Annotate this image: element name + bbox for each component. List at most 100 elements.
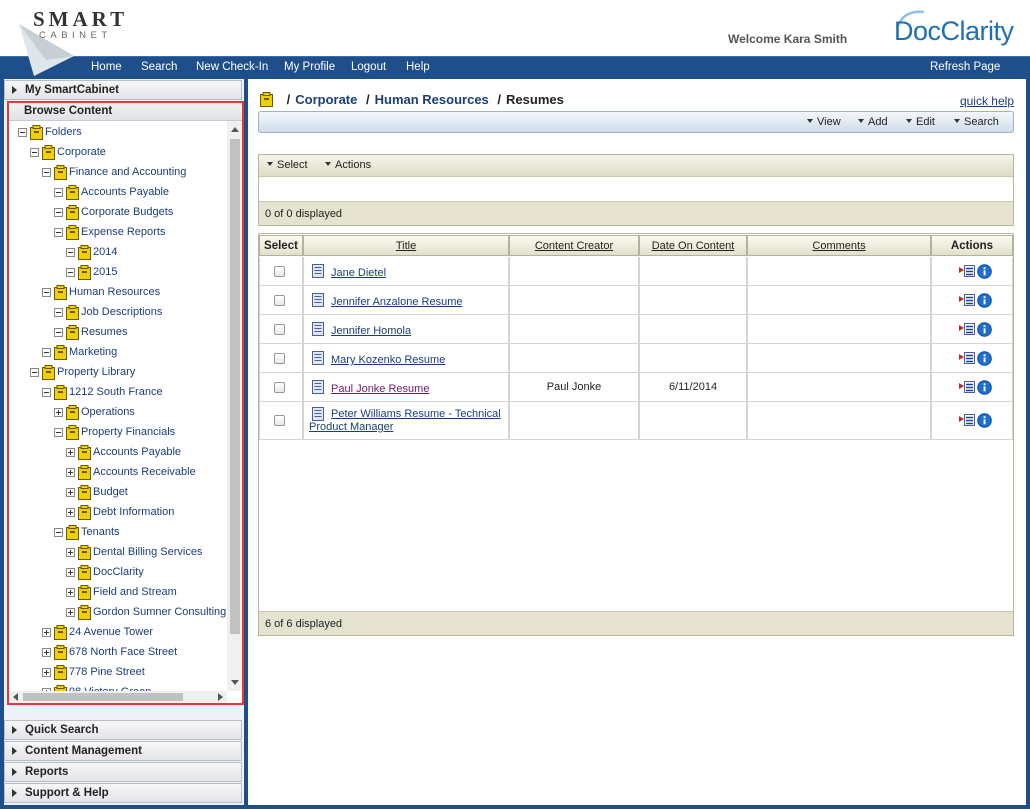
tree-node-label[interactable]: Corporate Budgets [81, 206, 173, 218]
row-actions-menu-icon[interactable] [959, 322, 975, 336]
tree-node-label[interactable]: Tenants [81, 526, 120, 538]
refresh-page-link[interactable]: Refresh Page [930, 61, 1000, 73]
collapse-minus-icon[interactable] [54, 528, 63, 537]
collapse-minus-icon[interactable] [42, 348, 51, 357]
tree-node-label[interactable]: Debt Information [93, 506, 174, 518]
row-actions-menu-icon[interactable] [959, 351, 975, 365]
collapse-minus-icon[interactable] [54, 188, 63, 197]
expand-plus-icon[interactable] [66, 588, 75, 597]
collapse-minus-icon[interactable] [54, 228, 63, 237]
tree-node-label[interactable]: Job Descriptions [81, 306, 162, 318]
tree-node-label[interactable]: Finance and Accounting [69, 166, 186, 178]
row-select-checkbox[interactable] [274, 382, 285, 393]
smartcabinet-logo[interactable]: SMART CABINET [16, 4, 126, 76]
info-icon[interactable] [977, 293, 992, 308]
tree-node-label[interactable]: Expense Reports [81, 226, 165, 238]
tree-node-label[interactable]: 24 Avenue Tower [69, 626, 153, 638]
tree-node-label[interactable]: Resumes [81, 326, 127, 338]
accordion-quick-search[interactable]: Quick Search [4, 720, 242, 740]
tree-node-label[interactable]: Gordon Sumner Consulting [93, 606, 226, 618]
expand-plus-icon[interactable] [54, 408, 63, 417]
collapse-minus-icon[interactable] [42, 288, 51, 297]
expand-plus-icon[interactable] [66, 468, 75, 477]
scroll-thumb[interactable] [230, 139, 240, 634]
document-title-link[interactable]: Jennifer Anzalone Resume [331, 296, 462, 309]
tree-node-label[interactable]: Budget [93, 486, 128, 498]
search-menu-button[interactable]: Search [954, 116, 999, 128]
quick-help-link[interactable]: quick help [960, 94, 1014, 108]
accordion-content-management[interactable]: Content Management [4, 741, 242, 761]
expand-plus-icon[interactable] [42, 628, 51, 637]
collapse-minus-icon[interactable] [30, 148, 39, 157]
row-select-checkbox[interactable] [274, 415, 285, 426]
tree-node-label[interactable]: Operations [81, 406, 135, 418]
document-title-link[interactable]: Paul Jonke Resume [331, 383, 429, 396]
expand-plus-icon[interactable] [66, 488, 75, 497]
collapse-minus-icon[interactable] [54, 308, 63, 317]
row-select-checkbox[interactable] [274, 266, 285, 277]
nav-my-profile[interactable]: My Profile [284, 61, 335, 73]
actions-menu-button[interactable]: Actions [325, 159, 371, 171]
tree-horizontal-scrollbar[interactable] [9, 691, 227, 703]
scroll-right-arrow-icon[interactable] [218, 693, 223, 701]
tree-node-label[interactable]: DocClarity [93, 566, 144, 578]
tree-node-label[interactable]: Accounts Payable [81, 186, 169, 198]
tree-node-label[interactable]: Dental Billing Services [93, 546, 202, 558]
tree-node-label[interactable]: Property Financials [81, 426, 175, 438]
collapse-minus-icon[interactable] [66, 268, 75, 277]
scroll-up-arrow-icon[interactable] [231, 127, 239, 132]
select-menu-button[interactable]: Select [267, 159, 308, 171]
tree-node-label[interactable]: 1212 South France [69, 386, 163, 398]
info-icon[interactable] [977, 413, 992, 428]
tree-node-label[interactable]: Accounts Receivable [93, 466, 196, 478]
tree-node-label[interactable]: 2015 [93, 266, 117, 278]
tree-node-label[interactable]: Corporate [57, 146, 106, 158]
expand-plus-icon[interactable] [42, 648, 51, 657]
collapse-minus-icon[interactable] [42, 388, 51, 397]
collapse-minus-icon[interactable] [54, 328, 63, 337]
collapse-minus-icon[interactable] [42, 168, 51, 177]
accordion-my-smartcabinet[interactable]: My SmartCabinet [4, 80, 242, 100]
info-icon[interactable] [977, 322, 992, 337]
tree-node-label[interactable]: Human Resources [69, 286, 160, 298]
nav-logout[interactable]: Logout [351, 61, 386, 73]
row-actions-menu-icon[interactable] [959, 380, 975, 394]
tree-node-label[interactable]: Field and Stream [93, 586, 177, 598]
tree-node-label[interactable]: 2014 [93, 246, 117, 258]
scroll-thumb-horizontal[interactable] [23, 693, 183, 701]
row-actions-menu-icon[interactable] [959, 264, 975, 278]
scroll-left-arrow-icon[interactable] [13, 693, 18, 701]
expand-plus-icon[interactable] [42, 668, 51, 677]
row-select-checkbox[interactable] [274, 324, 285, 335]
expand-plus-icon[interactable] [66, 568, 75, 577]
document-title-link[interactable]: Peter Williams Resume - Technical Produc… [309, 408, 501, 434]
nav-new-check-in[interactable]: New Check-In [196, 61, 268, 73]
scroll-down-arrow-icon[interactable] [231, 680, 239, 685]
row-select-checkbox[interactable] [274, 295, 285, 306]
row-actions-menu-icon[interactable] [959, 293, 975, 307]
expand-plus-icon[interactable] [66, 548, 75, 557]
tree-node-label[interactable]: 678 North Face Street [69, 646, 177, 658]
col-header-title[interactable]: Title [303, 235, 509, 256]
nav-search[interactable]: Search [141, 61, 177, 73]
info-icon[interactable] [977, 380, 992, 395]
breadcrumb-human-resources[interactable]: Human Resources [375, 92, 489, 107]
document-title-link[interactable]: Mary Kozenko Resume [331, 354, 445, 367]
nav-help[interactable]: Help [406, 61, 430, 73]
info-icon[interactable] [977, 264, 992, 279]
expand-plus-icon[interactable] [66, 508, 75, 517]
collapse-minus-icon[interactable] [54, 208, 63, 217]
col-header-content-creator[interactable]: Content Creator [509, 235, 639, 256]
tree-node-label[interactable]: Folders [45, 126, 82, 138]
edit-menu-button[interactable]: Edit [906, 116, 935, 128]
tree-node-label[interactable]: 778 Pine Street [69, 666, 145, 678]
collapse-minus-icon[interactable] [54, 428, 63, 437]
view-menu-button[interactable]: View [807, 116, 841, 128]
accordion-reports[interactable]: Reports [4, 762, 242, 782]
collapse-minus-icon[interactable] [18, 128, 27, 137]
col-header-date-on-content[interactable]: Date On Content [639, 235, 747, 256]
breadcrumb-corporate[interactable]: Corporate [295, 92, 357, 107]
expand-plus-icon[interactable] [66, 608, 75, 617]
tree-vertical-scrollbar[interactable] [227, 121, 242, 691]
expand-plus-icon[interactable] [66, 448, 75, 457]
